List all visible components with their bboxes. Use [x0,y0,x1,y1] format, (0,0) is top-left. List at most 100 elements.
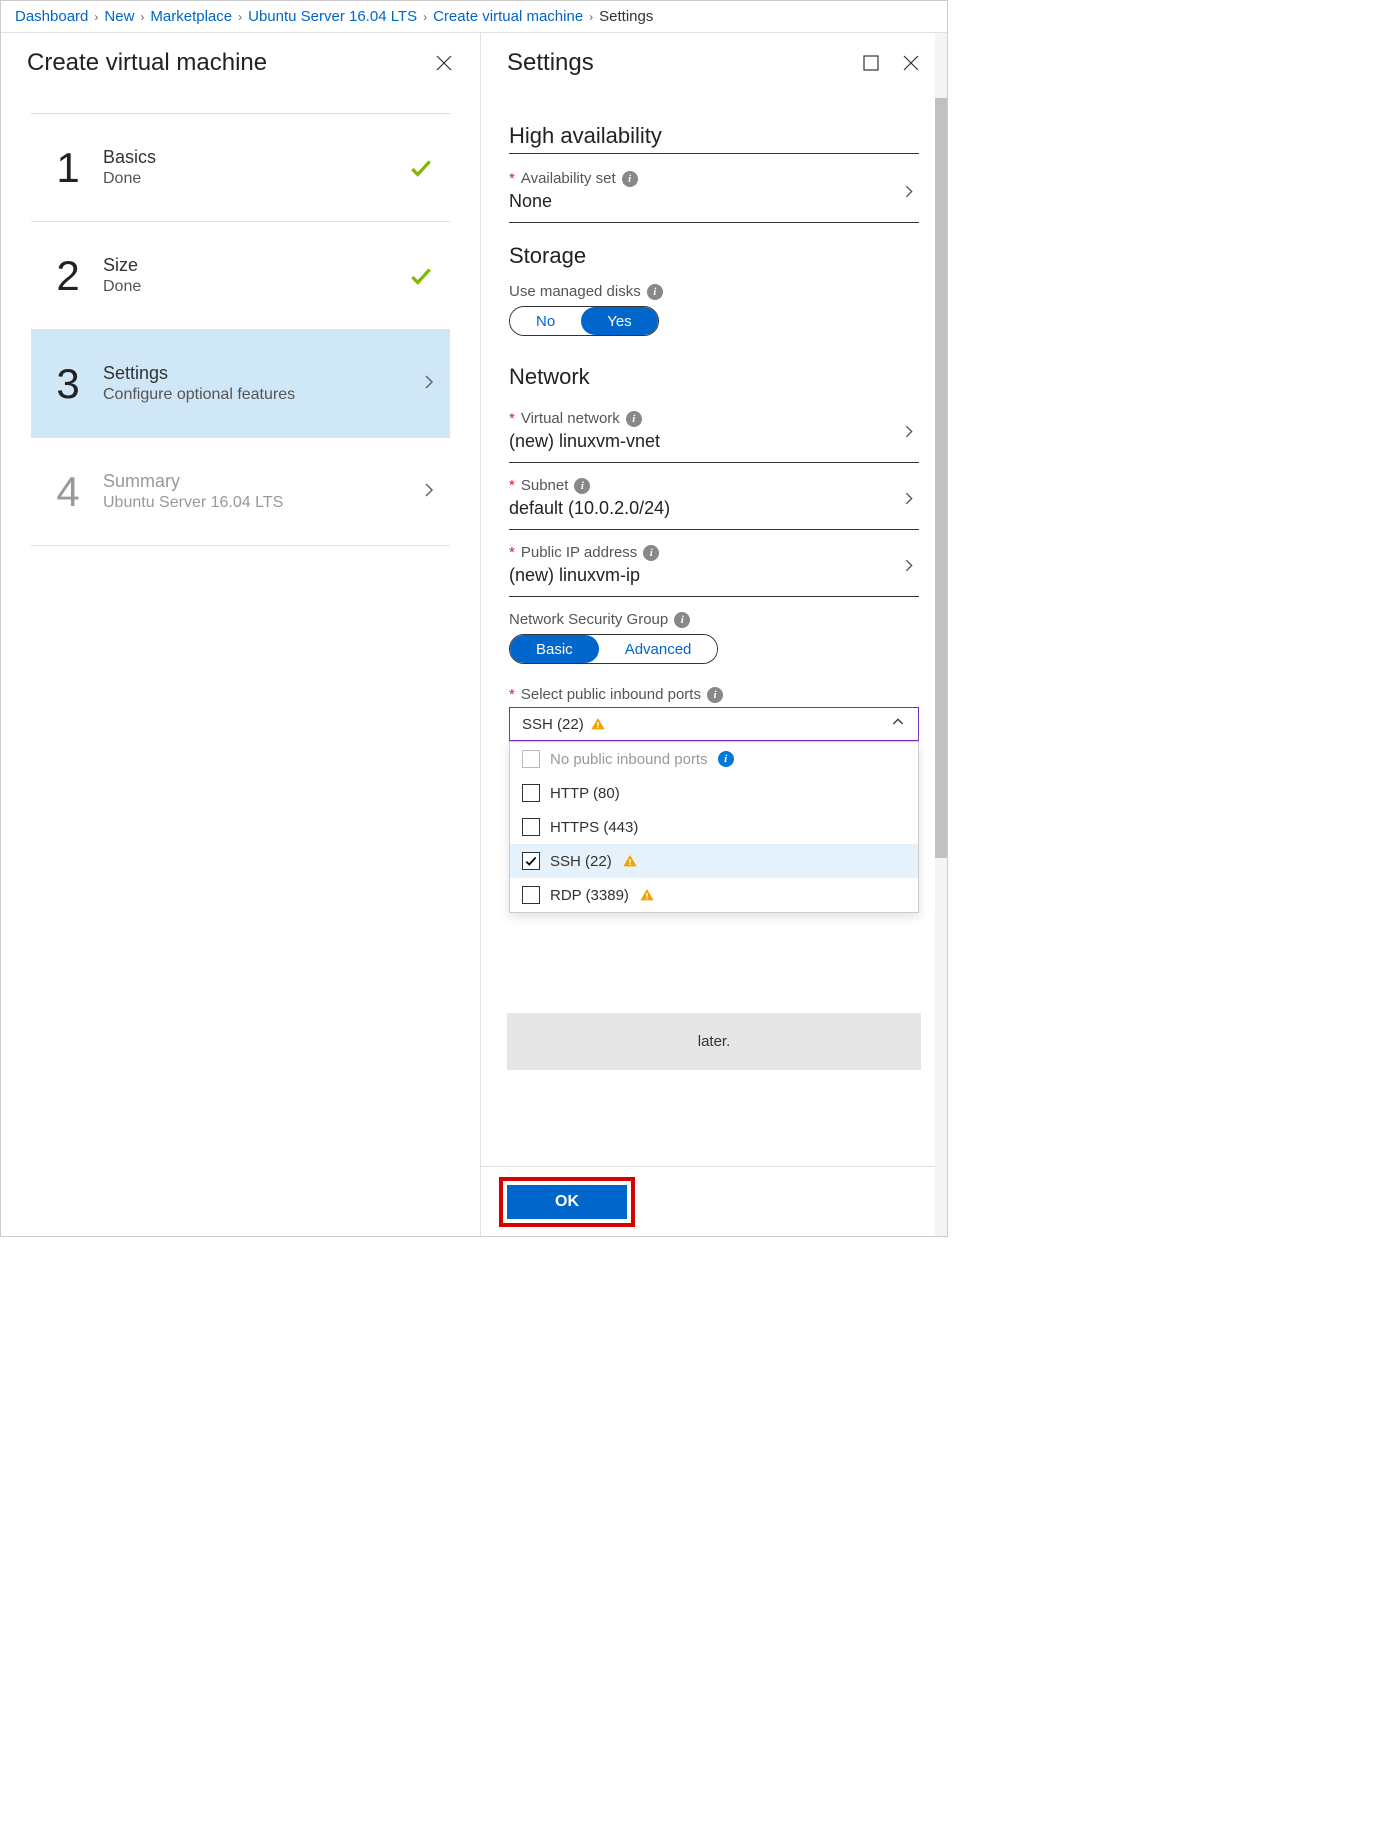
required-indicator: * [509,544,515,561]
highlight-frame: OK [499,1177,635,1227]
info-icon[interactable]: i [643,545,659,561]
dropdown-selected-value: SSH (22) [522,716,584,733]
step-number: 4 [43,468,93,516]
checkmark-icon [404,155,438,181]
option-label: RDP (3389) [550,887,629,904]
note-text: later. [698,1033,731,1050]
nsg-basic[interactable]: Basic [510,635,599,663]
breadcrumb-link[interactable]: Dashboard [15,8,88,25]
create-vm-panel: Create virtual machine 1 Basics Done [1,33,481,1236]
field-label: Virtual network [521,410,620,427]
warning-icon [622,853,638,869]
breadcrumb: Dashboard › New › Marketplace › Ubuntu S… [1,1,947,33]
info-icon[interactable]: i [622,171,638,187]
port-option-none[interactable]: No public inbound ports i [510,742,918,776]
info-icon[interactable]: i [707,687,723,703]
breadcrumb-link[interactable]: Create virtual machine [433,8,583,25]
wizard-step-size[interactable]: 2 Size Done [31,222,450,330]
managed-disks-toggle: No Yes [509,306,659,336]
chevron-right-icon [901,558,917,577]
section-network: Network [509,364,919,394]
info-icon[interactable]: i [674,612,690,628]
info-icon[interactable]: i [574,478,590,494]
checkbox[interactable] [522,818,540,836]
checkbox[interactable] [522,750,540,768]
field-label: Availability set [521,170,616,187]
ok-button[interactable]: OK [507,1185,627,1219]
info-icon[interactable]: i [647,284,663,300]
info-note: later. [507,1013,921,1070]
field-label: Subnet [521,477,569,494]
field-label: Public IP address [521,544,637,561]
field-value: default (10.0.2.0/24) [509,498,919,519]
inbound-ports-dropdown[interactable]: SSH (22) [509,707,919,741]
wizard-step-basics[interactable]: 1 Basics Done [31,114,450,222]
virtual-network-field[interactable]: * Virtual network i (new) linuxvm-vnet [509,404,919,463]
required-indicator: * [509,410,515,427]
nsg-toggle: Basic Advanced [509,634,718,664]
step-number: 1 [43,144,93,192]
wizard-step-summary[interactable]: 4 Summary Ubuntu Server 16.04 LTS [31,438,450,546]
field-value: None [509,191,919,212]
step-subtitle: Ubuntu Server 16.04 LTS [103,494,420,512]
settings-panel: Settings High availability * Availabilit… [481,33,947,1236]
chevron-right-icon: › [589,10,593,24]
breadcrumb-link[interactable]: New [104,8,134,25]
subnet-field[interactable]: * Subnet i default (10.0.2.0/24) [509,471,919,530]
section-high-availability: High availability [509,123,919,154]
warning-icon [590,716,606,732]
field-label: Network Security Group [509,611,668,628]
breadcrumb-link[interactable]: Ubuntu Server 16.04 LTS [248,8,417,25]
field-value: (new) linuxvm-ip [509,565,919,586]
public-ip-field[interactable]: * Public IP address i (new) linuxvm-ip [509,538,919,597]
breadcrumb-current: Settings [599,8,653,25]
chevron-right-icon: › [238,10,242,24]
field-label: Select public inbound ports [521,686,701,703]
info-icon[interactable]: i [626,411,642,427]
panel-title: Settings [507,49,861,77]
close-icon[interactable] [901,53,921,73]
port-option-https[interactable]: HTTPS (443) [510,810,918,844]
required-indicator: * [509,477,515,494]
step-title: Summary [103,471,420,492]
close-icon[interactable] [434,53,454,73]
panel-title: Create virtual machine [27,49,434,77]
checkbox[interactable] [522,784,540,802]
field-label: Use managed disks [509,283,641,300]
checkbox[interactable] [522,886,540,904]
option-label: No public inbound ports [550,751,708,768]
chevron-right-icon [901,424,917,443]
port-option-ssh[interactable]: SSH (22) [510,844,918,878]
checkbox[interactable] [522,852,540,870]
maximize-icon[interactable] [861,53,881,73]
chevron-right-icon: › [140,10,144,24]
required-indicator: * [509,170,515,187]
info-icon[interactable]: i [718,751,734,767]
port-option-http[interactable]: HTTP (80) [510,776,918,810]
step-subtitle: Configure optional features [103,386,420,404]
nsg-advanced[interactable]: Advanced [599,635,718,663]
option-label: HTTP (80) [550,785,620,802]
required-indicator: * [509,686,515,703]
toggle-no[interactable]: No [510,307,581,335]
chevron-right-icon [420,481,438,502]
breadcrumb-link[interactable]: Marketplace [150,8,232,25]
chevron-up-icon [890,714,906,734]
option-label: SSH (22) [550,853,612,870]
option-label: HTTPS (443) [550,819,638,836]
availability-set-field[interactable]: * Availability set i None [509,164,919,223]
step-number: 3 [43,360,93,408]
step-title: Size [103,255,404,276]
toggle-yes[interactable]: Yes [581,307,657,335]
warning-icon [639,887,655,903]
step-number: 2 [43,252,93,300]
section-storage: Storage [509,243,919,273]
step-title: Settings [103,363,420,384]
chevron-right-icon [901,491,917,510]
chevron-right-icon [901,184,917,203]
port-option-rdp[interactable]: RDP (3389) [510,878,918,912]
step-title: Basics [103,147,404,168]
checkmark-icon [404,263,438,289]
chevron-right-icon: › [423,10,427,24]
wizard-step-settings[interactable]: 3 Settings Configure optional features [31,330,450,438]
